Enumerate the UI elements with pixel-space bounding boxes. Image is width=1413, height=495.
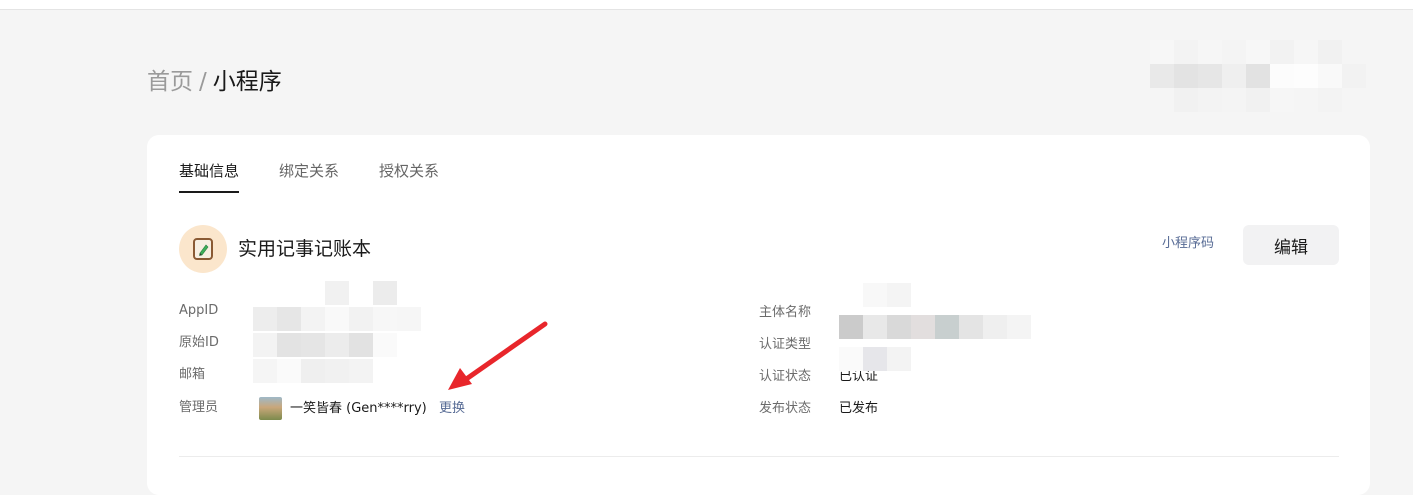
entity-name-label: 主体名称 [759, 305, 812, 320]
edit-button[interactable]: 编辑 [1243, 225, 1339, 265]
appid-label: AppID [179, 303, 219, 318]
miniprogram-qrcode-link[interactable]: 小程序码 [1162, 235, 1214, 253]
appid-value-blurred [253, 281, 433, 385]
publish-status-label: 发布状态 [759, 401, 812, 416]
admin-label: 管理员 [179, 400, 219, 415]
email-label: 邮箱 [179, 367, 206, 382]
admin-avatar [259, 397, 282, 420]
cert-type-label: 认证类型 [759, 337, 812, 352]
account-info-blurred[interactable] [1150, 40, 1366, 112]
breadcrumb: 首页 / 小程序 [147, 66, 282, 98]
tab-authorization-relations[interactable]: 授权关系 [379, 161, 439, 191]
section-divider [179, 456, 1339, 457]
publish-status-value: 已发布 [839, 401, 879, 416]
tab-binding-relations[interactable]: 绑定关系 [279, 161, 339, 191]
tab-bar: 基础信息 绑定关系 授权关系 [179, 161, 479, 193]
miniprogram-info-card: 基础信息 绑定关系 授权关系 实用记事记账本 小程序码 编辑 AppID 原始I… [147, 135, 1370, 495]
breadcrumb-home-link[interactable]: 首页 [147, 69, 193, 95]
original-id-label: 原始ID [179, 335, 219, 350]
app-name: 实用记事记账本 [238, 238, 372, 260]
tab-basic-info[interactable]: 基础信息 [179, 161, 240, 193]
annotation-arrow-icon [448, 321, 548, 390]
notepad-pencil-icon [193, 238, 213, 260]
breadcrumb-current: 小程序 [212, 69, 282, 95]
admin-name: 一笑皆春 (Gen****rry) [290, 401, 427, 416]
app-avatar [179, 225, 227, 273]
top-bar [0, 0, 1413, 10]
breadcrumb-separator: / [199, 69, 207, 95]
entity-value-blurred [839, 283, 1031, 379]
cert-status-label: 认证状态 [759, 369, 812, 384]
change-admin-link[interactable]: 更换 [439, 400, 465, 418]
